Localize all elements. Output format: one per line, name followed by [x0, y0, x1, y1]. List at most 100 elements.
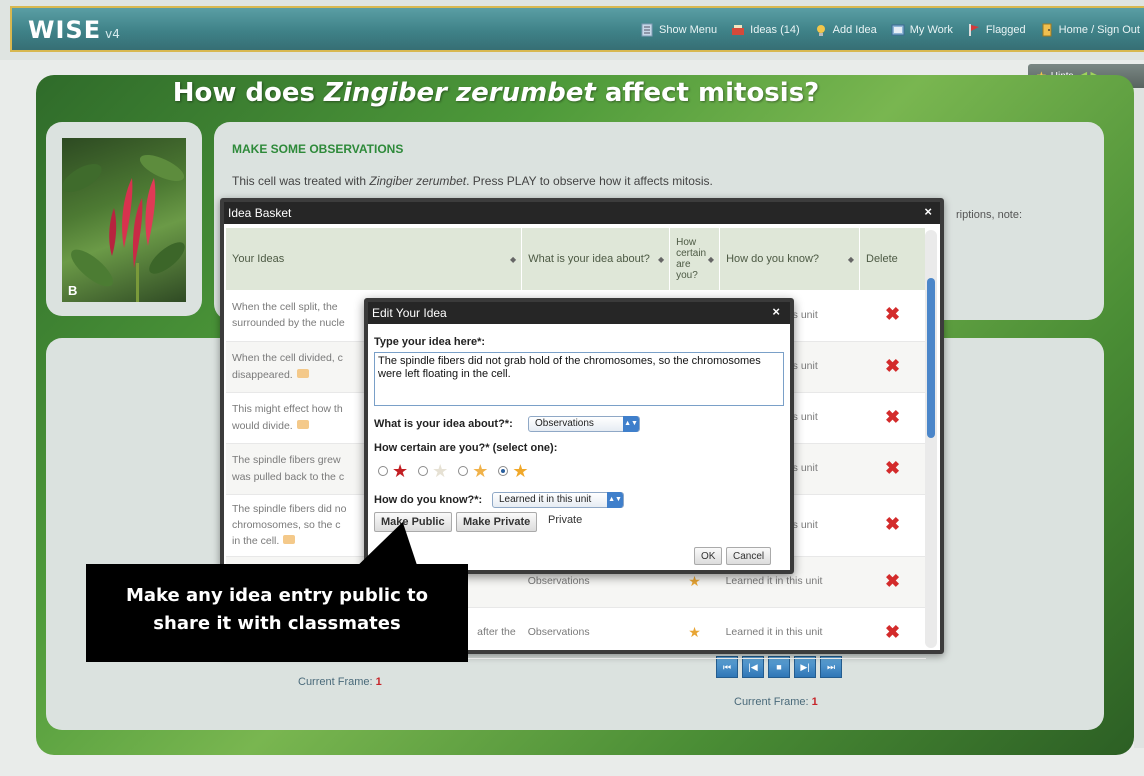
basket-scroll-thumb[interactable]	[927, 278, 935, 438]
certainty-cell: ★	[669, 607, 720, 659]
instructions-fragment: riptions, note:	[956, 209, 1023, 221]
frame-value: 1	[811, 696, 818, 708]
sort-icon: ◆	[707, 255, 715, 264]
certainty-radio-medium[interactable]	[458, 466, 469, 476]
frame-counter-right: Current Frame: 1	[734, 696, 818, 708]
edit-tag-icon[interactable]	[296, 419, 309, 429]
home-sign-out-button[interactable]: Home / Sign Out	[1040, 23, 1140, 37]
menu-icon	[641, 23, 653, 37]
top-nav: Show Menu Ideas (14) Add Idea My Work Fl…	[640, 23, 1140, 37]
sort-icon: ◆	[847, 255, 854, 264]
delete-icon[interactable]: ✖	[885, 622, 900, 642]
header-banner: WISE v4 Show Menu Ideas (14) Add Idea My …	[10, 6, 1144, 52]
frame-label: Current Frame:	[298, 676, 373, 688]
zingiber-photo: B	[62, 138, 186, 302]
certainty-radio-high[interactable]	[498, 466, 509, 476]
close-icon[interactable]: ×	[772, 304, 780, 319]
column-how-know[interactable]: How do you know? ◆	[719, 228, 860, 290]
how-know-select[interactable]: Learned it in this unit ▲▼	[492, 492, 624, 508]
idea-basket-titlebar: Idea Basket ×	[224, 202, 940, 224]
instructions-prefix: This cell was treated with	[232, 174, 370, 188]
callout-line-1: Make any idea entry public to	[126, 585, 428, 606]
edit-tag-icon[interactable]	[296, 368, 309, 378]
observations-heading: MAKE SOME OBSERVATIONS	[232, 142, 404, 156]
chevron-updown-icon: ▲▼	[623, 416, 639, 432]
chevron-updown-icon: ▲▼	[607, 492, 623, 508]
column-idea-about[interactable]: What is your idea about? ◆	[521, 228, 671, 290]
ideas-label: Ideas (14)	[750, 24, 800, 36]
my-work-button[interactable]: My Work	[891, 23, 953, 37]
half-star-icon: ★	[688, 623, 701, 640]
flagged-button[interactable]: Flagged	[967, 23, 1026, 37]
specimen-photo-card: B	[46, 122, 202, 316]
how-know-label: How do you know?*:	[374, 494, 483, 506]
callout-line-2: share it with classmates	[153, 613, 401, 634]
previous-frame-button[interactable]: |◀	[742, 656, 764, 678]
know-cell: Learned it in this unit	[719, 607, 860, 659]
column-delete: Delete	[859, 228, 926, 290]
instructions-suffix: . Press PLAY to observe how it affects m…	[466, 174, 713, 188]
title-species: Zingiber zerumbet	[324, 78, 596, 108]
photo-label: B	[68, 283, 78, 298]
edit-idea-titlebar: Edit Your Idea ×	[368, 302, 790, 324]
first-frame-button[interactable]: ⏮	[716, 656, 738, 678]
delete-cell: ✖	[859, 392, 926, 444]
sort-icon: ◆	[657, 255, 665, 264]
next-frame-button[interactable]: ▶|	[794, 656, 816, 678]
instructions-species: Zingiber zerumbet	[369, 174, 467, 188]
stop-button[interactable]: ■	[768, 656, 790, 678]
page-scrollbar[interactable]	[1134, 88, 1144, 748]
certainty-label: How certain are you?* (select one):	[374, 442, 558, 454]
edit-tag-icon[interactable]	[283, 535, 296, 545]
player-controls: ⏮ |◀ ■ ▶| ⏭	[716, 656, 842, 678]
close-icon[interactable]: ×	[924, 204, 932, 219]
add-idea-button[interactable]: Add Idea	[814, 23, 877, 37]
idea-about-value: Observations	[535, 418, 594, 429]
delete-icon[interactable]: ✖	[885, 571, 900, 591]
home-icon	[1042, 23, 1052, 37]
delete-cell: ✖	[859, 494, 926, 557]
delete-cell: ✖	[859, 607, 926, 659]
red-star-icon: ★	[392, 461, 409, 481]
edit-idea-title: Edit Your Idea	[372, 306, 447, 320]
full-star-icon: ★	[512, 461, 529, 481]
idea-text-label: Type your idea here*:	[374, 336, 486, 348]
sort-icon: ◆	[510, 255, 517, 264]
delete-icon[interactable]: ✖	[885, 407, 900, 427]
ginger-plant-image	[62, 154, 185, 302]
delete-icon[interactable]: ✖	[885, 458, 900, 478]
logo-text: WISE	[28, 16, 102, 44]
delete-cell: ✖	[859, 341, 926, 393]
half-star-icon: ★	[472, 461, 489, 481]
delete-icon[interactable]: ✖	[885, 356, 900, 376]
observations-instructions: This cell was treated with Zingiber zeru…	[232, 174, 713, 188]
show-menu-button[interactable]: Show Menu	[640, 23, 717, 37]
last-frame-button[interactable]: ⏭	[820, 656, 842, 678]
about-cell: Observations	[521, 607, 670, 659]
delete-icon[interactable]: ✖	[885, 304, 900, 324]
flagged-label: Flagged	[985, 24, 1026, 36]
idea-about-select[interactable]: Observations ▲▼	[528, 416, 640, 432]
column-how-certain[interactable]: How certain are you? ◆	[669, 228, 721, 290]
wise-logo: WISE v4	[28, 16, 120, 44]
ideas-button[interactable]: Ideas (14)	[731, 23, 800, 37]
frame-counter-left: Current Frame: 1	[298, 676, 382, 688]
idea-basket-title: Idea Basket	[228, 206, 292, 220]
home-sign-out-label: Home / Sign Out	[1058, 24, 1140, 36]
privacy-status: Private	[548, 514, 583, 526]
idea-text-input[interactable]	[374, 352, 784, 406]
version-label: v4	[105, 27, 120, 41]
cancel-button[interactable]: Cancel	[726, 547, 772, 565]
top-bar: WISE v4 Show Menu Ideas (14) Add Idea My …	[0, 0, 1144, 60]
delete-cell: ✖	[859, 556, 926, 608]
certainty-radio-low[interactable]	[378, 466, 388, 476]
ok-button[interactable]: OK	[694, 547, 723, 565]
my-work-label: My Work	[909, 24, 953, 36]
certainty-radio-medium-low[interactable]	[418, 466, 429, 476]
basket-scrollbar[interactable]	[925, 230, 937, 648]
delete-icon[interactable]: ✖	[885, 514, 900, 534]
column-your-ideas[interactable]: Your Ideas ◆	[226, 228, 523, 290]
make-private-button[interactable]: Make Private	[456, 512, 538, 532]
half-star-icon: ★	[688, 572, 701, 589]
show-menu-label: Show Menu	[659, 24, 718, 36]
